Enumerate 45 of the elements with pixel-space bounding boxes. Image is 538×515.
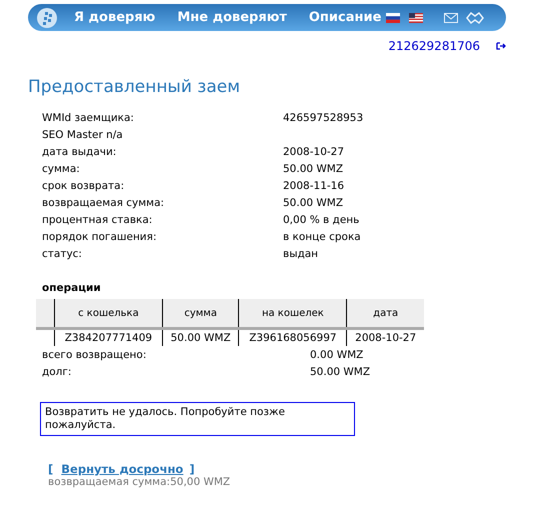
field-label: процентная ставка: [42, 214, 154, 226]
repay-early-link[interactable]: Вернуть досрочно [61, 462, 184, 476]
nav-link[interactable]: Мне доверяют [177, 10, 287, 25]
field-value: 50.00 WMZ [283, 196, 344, 208]
logout-icon[interactable] [496, 42, 506, 50]
account-id-link[interactable]: 212629281706 [388, 39, 480, 53]
field-value: 50.00 WMZ [310, 366, 370, 378]
field-value: 2008-11-16 [283, 180, 344, 192]
field-label: возвращаемая сумма: [42, 196, 166, 208]
field-value: 50.00 WMZ [283, 162, 344, 174]
russian-flag-icon[interactable] [386, 12, 400, 22]
field-value: в конце срока [283, 230, 361, 242]
table-cell: 2008-10-27 [346, 328, 424, 346]
table-cell: Z384207771409 [54, 328, 162, 346]
field-label: срок возврата: [42, 180, 126, 192]
field-value: 2008-10-27 [283, 146, 344, 158]
page-title: Предоставленный заем [28, 77, 242, 97]
nav-link[interactable]: Описание [308, 10, 382, 25]
field-label: дата выдачи: [42, 146, 118, 158]
field-label: порядок погашения: [42, 230, 158, 242]
table-cell: 50.00 WMZ [162, 328, 239, 346]
globe-logo-icon [36, 6, 58, 28]
field-label: всего возвращено: [42, 348, 148, 360]
field-label: сумма: [42, 162, 81, 174]
field-value: 0.00 WMZ [310, 348, 364, 360]
section-heading: операции [42, 282, 102, 294]
column-header: сумма [162, 299, 239, 328]
field-label: SEO Master n/a [42, 128, 124, 140]
field-value: 0,00 % в день [283, 214, 360, 226]
column-header: дата [346, 299, 424, 328]
bracket: [ [48, 462, 54, 476]
field-value: 426597528953 [283, 112, 364, 124]
field-label: WMId заемщика: [42, 112, 135, 124]
error-message: Возвратить не удалось. Попробуйте позже пожалуйста. [40, 402, 355, 436]
field-value: выдан [283, 248, 318, 260]
mail-icon[interactable] [444, 12, 458, 22]
table-cell: Z396168056997 [238, 328, 347, 346]
field-label: статус: [42, 248, 83, 260]
repay-amount-note: возвращаемая сумма:50,00 WMZ [48, 476, 232, 488]
nav-link[interactable]: Я доверяю [74, 10, 156, 25]
us-flag-icon[interactable] [409, 12, 424, 22]
column-header: с кошелька [54, 299, 162, 328]
column-header: на кошелек [238, 299, 347, 328]
field-label: долг: [42, 366, 72, 378]
bracket: ] [189, 462, 195, 476]
